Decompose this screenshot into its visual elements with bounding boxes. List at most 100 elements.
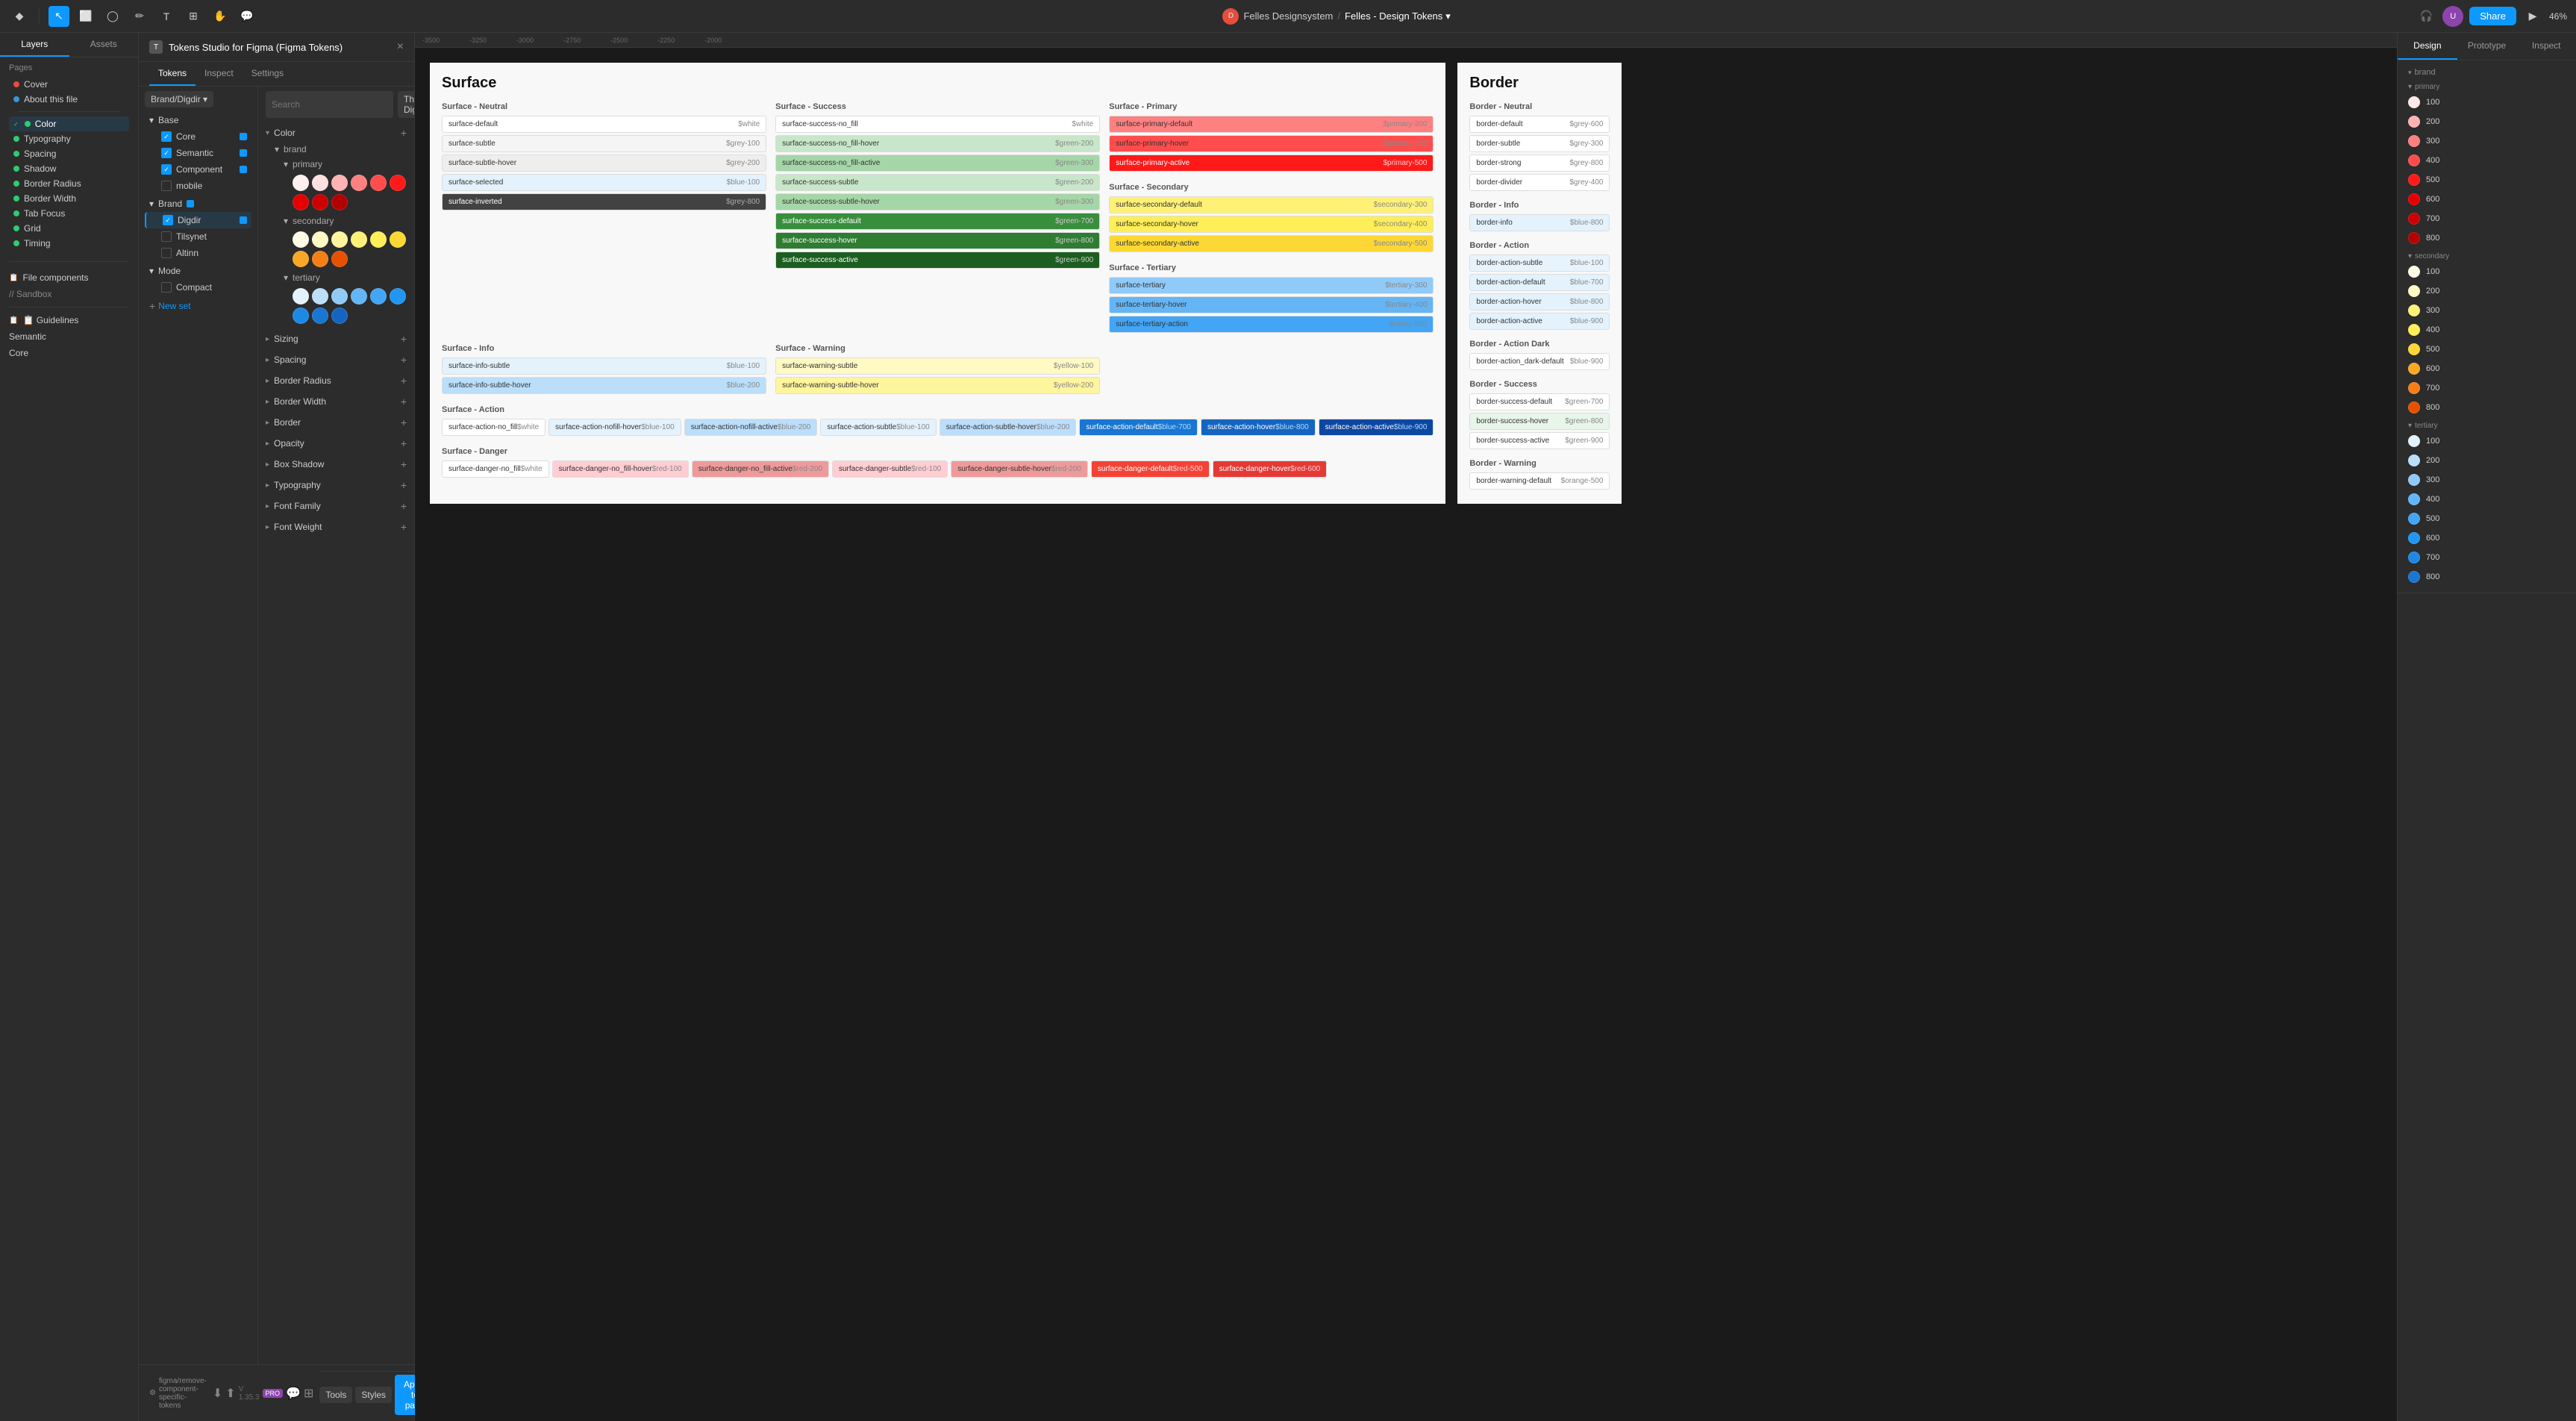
tertiary-subsection-label[interactable]: ▾ tertiary	[2408, 422, 2566, 430]
border-width-add-btn[interactable]: +	[401, 396, 407, 407]
tertiary-swatch-7[interactable]	[293, 307, 309, 324]
set-item-mobile[interactable]: mobile	[145, 178, 251, 194]
tertiary-color-700[interactable]: 700	[2408, 549, 2566, 566]
opacity-add-btn[interactable]: +	[401, 437, 407, 449]
secondary-color-700[interactable]: 700	[2408, 380, 2566, 396]
new-set-label[interactable]: New set	[158, 301, 190, 311]
primary-swatch-4[interactable]	[351, 175, 367, 191]
tertiary-swatch-6[interactable]	[390, 288, 406, 304]
secondary-color-600[interactable]: 600	[2408, 360, 2566, 377]
tertiary-color-300[interactable]: 300	[2408, 472, 2566, 488]
primary-swatch-1[interactable]	[293, 175, 309, 191]
tab-assets[interactable]: Assets	[69, 33, 139, 57]
tertiary-header[interactable]: ▾ tertiary	[284, 270, 407, 285]
color-add-btn[interactable]: +	[401, 127, 407, 139]
tools-button[interactable]: Tools	[319, 1387, 352, 1403]
discord-icon[interactable]: ⊞	[304, 1386, 313, 1401]
new-set-row[interactable]: + New set	[145, 297, 251, 315]
tokens-tab-inspect[interactable]: Inspect	[196, 62, 243, 86]
layer-file-components[interactable]: 📋 File components	[0, 269, 138, 286]
tertiary-color-600[interactable]: 600	[2408, 530, 2566, 546]
primary-color-600[interactable]: 600	[2408, 191, 2566, 207]
border-add-btn[interactable]: +	[401, 416, 407, 428]
spacing-add-btn[interactable]: +	[401, 354, 407, 366]
search-input[interactable]	[266, 91, 393, 118]
hand-tool[interactable]: ✋	[210, 6, 231, 27]
text-tool[interactable]: T	[156, 6, 177, 27]
primary-header[interactable]: ▾ primary	[284, 157, 407, 172]
page-about[interactable]: About this file	[9, 92, 129, 107]
set-item-core[interactable]: Core	[145, 128, 251, 145]
chat-icon[interactable]: 💬	[286, 1386, 301, 1401]
comment-tool[interactable]: 💬	[237, 6, 257, 27]
layer-sandbox[interactable]: // Sandbox	[0, 286, 138, 302]
layer-guidelines[interactable]: 📋 📋 Guidelines	[0, 312, 138, 328]
primary-color-700[interactable]: 700	[2408, 210, 2566, 227]
select-tool[interactable]: ↖	[49, 6, 69, 27]
tertiary-color-100[interactable]: 100	[2408, 433, 2566, 449]
zoom-level[interactable]: 46%	[2549, 11, 2567, 22]
border-width-header[interactable]: ▸ Border Width +	[266, 393, 407, 410]
checkbox-mobile[interactable]	[161, 181, 172, 191]
right-tab-inspect[interactable]: Inspect	[2516, 33, 2576, 60]
primary-color-200[interactable]: 200	[2408, 113, 2566, 130]
right-tab-prototype[interactable]: Prototype	[2457, 33, 2517, 60]
primary-swatch-3[interactable]	[331, 175, 348, 191]
page-grid[interactable]: Grid	[9, 221, 129, 236]
theme-select[interactable]: Theme: Digdir ▾	[398, 91, 414, 118]
page-cover[interactable]: Cover	[9, 77, 129, 92]
border-header[interactable]: ▸ Border +	[266, 413, 407, 431]
secondary-swatch-2[interactable]	[312, 231, 328, 248]
tertiary-color-400[interactable]: 400	[2408, 491, 2566, 508]
font-weight-header[interactable]: ▸ Font Weight +	[266, 518, 407, 536]
shape-tool[interactable]: ◯	[102, 6, 123, 27]
secondary-color-800[interactable]: 800	[2408, 399, 2566, 416]
component-tool[interactable]: ⊞	[183, 6, 204, 27]
border-radius-add-btn[interactable]: +	[401, 375, 407, 387]
tertiary-swatch-1[interactable]	[293, 288, 309, 304]
tokens-close-button[interactable]: ×	[397, 40, 404, 54]
layer-core[interactable]: Core	[0, 345, 138, 361]
layer-semantic[interactable]: Semantic	[0, 328, 138, 345]
set-group-mode-header[interactable]: ▾ Mode	[145, 263, 251, 279]
set-item-altinn[interactable]: Altinn	[145, 245, 251, 261]
secondary-subsection-label[interactable]: ▾ secondary	[2408, 252, 2566, 260]
brand-subgroup-header[interactable]: ▾ brand	[275, 142, 407, 157]
sizing-header[interactable]: ▸ Sizing +	[266, 330, 407, 348]
primary-swatch-6[interactable]	[390, 175, 406, 191]
primary-swatch-8[interactable]	[312, 194, 328, 210]
secondary-swatch-3[interactable]	[331, 231, 348, 248]
primary-color-400[interactable]: 400	[2408, 152, 2566, 169]
checkbox-component[interactable]	[161, 164, 172, 175]
font-family-header[interactable]: ▸ Font Family +	[266, 497, 407, 515]
font-family-add-btn[interactable]: +	[401, 500, 407, 512]
page-tab-focus[interactable]: Tab Focus	[9, 206, 129, 221]
secondary-swatch-1[interactable]	[293, 231, 309, 248]
page-typography[interactable]: Typography	[9, 131, 129, 146]
frame-tool[interactable]: ⬜	[75, 6, 96, 27]
opacity-header[interactable]: ▸ Opacity +	[266, 434, 407, 452]
set-group-base-header[interactable]: ▾ Base	[145, 112, 251, 128]
current-page-name[interactable]: Felles - Design Tokens ▾	[1345, 10, 1451, 22]
secondary-color-100[interactable]: 100	[2408, 263, 2566, 280]
font-weight-add-btn[interactable]: +	[401, 521, 407, 533]
checkbox-tilsynet[interactable]	[161, 231, 172, 242]
primary-color-100[interactable]: 100	[2408, 94, 2566, 110]
share-button[interactable]: Share	[2469, 7, 2516, 25]
primary-subsection-label[interactable]: ▾ primary	[2408, 83, 2566, 91]
tokens-tab-settings[interactable]: Settings	[243, 62, 293, 86]
typography-add-btn[interactable]: +	[401, 479, 407, 491]
tertiary-swatch-2[interactable]	[312, 288, 328, 304]
brand-section-title[interactable]: ▾ brand	[2408, 68, 2566, 77]
tertiary-swatch-5[interactable]	[370, 288, 387, 304]
primary-color-800[interactable]: 800	[2408, 230, 2566, 246]
page-border-width[interactable]: Border Width	[9, 191, 129, 206]
tokens-tab-tokens[interactable]: Tokens	[149, 62, 196, 86]
tertiary-color-800[interactable]: 800	[2408, 569, 2566, 585]
primary-swatch-2[interactable]	[312, 175, 328, 191]
set-item-digdir[interactable]: Digdir	[145, 212, 251, 228]
secondary-swatch-4[interactable]	[351, 231, 367, 248]
tertiary-color-500[interactable]: 500	[2408, 510, 2566, 527]
primary-swatch-9[interactable]	[331, 194, 348, 210]
tertiary-color-200[interactable]: 200	[2408, 452, 2566, 469]
